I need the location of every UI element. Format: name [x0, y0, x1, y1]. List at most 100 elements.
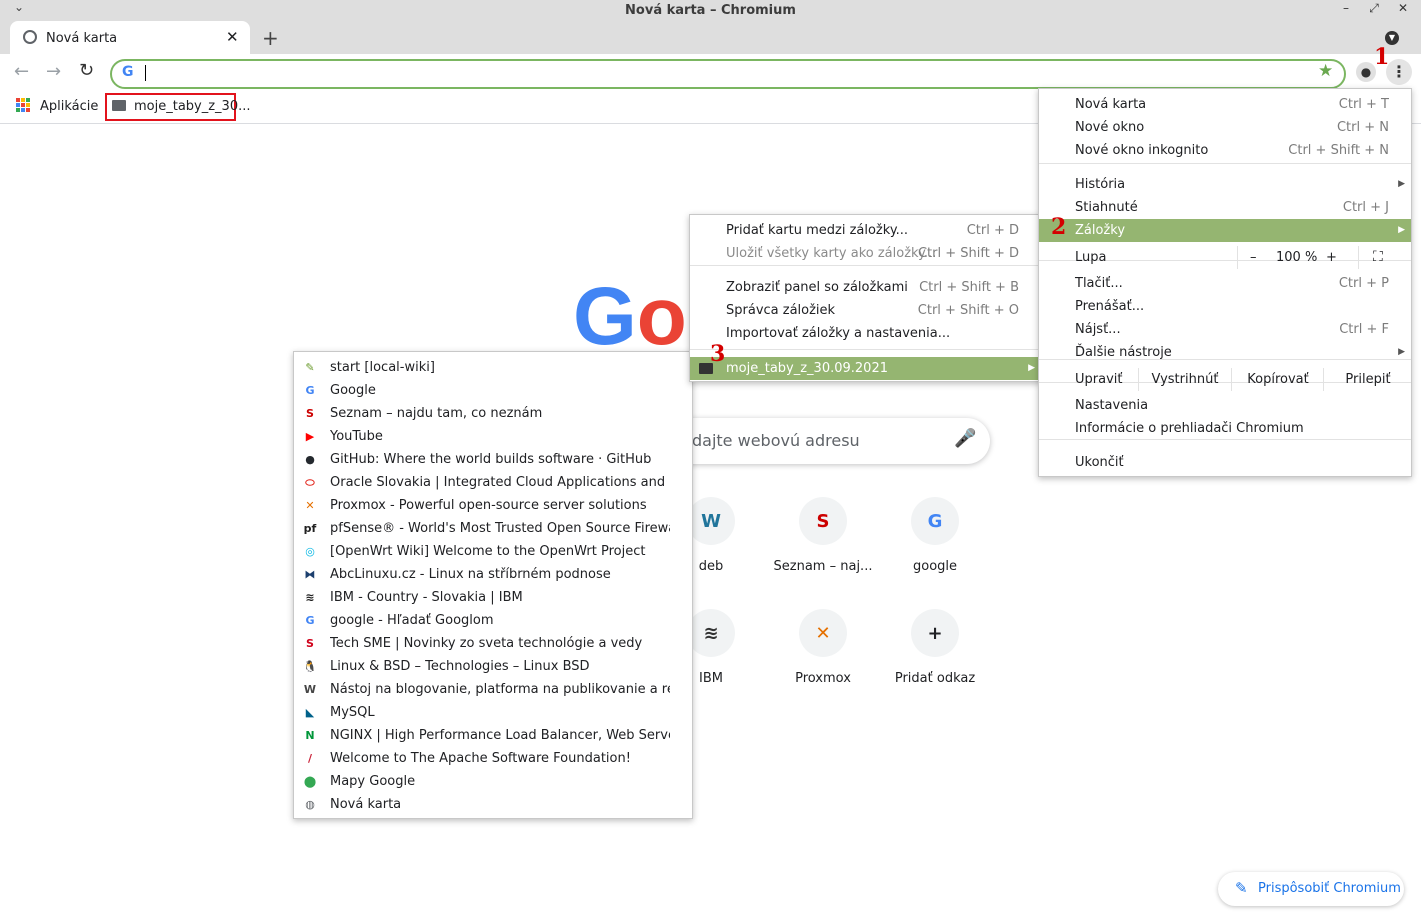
- bookmark-item[interactable]: 🐧 Linux & BSD – Technologies – Linux BSD: [294, 655, 692, 678]
- reload-icon[interactable]: ↻: [79, 60, 94, 81]
- bookmark-item[interactable]: ◎ [OpenWrt Wiki] Welcome to the OpenWrt P…: [294, 540, 692, 563]
- main-menu-item[interactable]: Nové okno Ctrl + N: [1039, 116, 1411, 139]
- microphone-icon[interactable]: 🎤: [954, 428, 976, 449]
- maps-icon: ⬤: [303, 775, 317, 788]
- address-bar[interactable]: G ★: [110, 59, 1346, 89]
- bookmark-item[interactable]: ✎ start [local-wiki]: [294, 356, 692, 379]
- bookmarks-submenu-item[interactable]: Uložiť všetky karty ako záložky... Ctrl +…: [690, 242, 1041, 265]
- main-menu-item[interactable]: Nastavenia: [1039, 394, 1411, 417]
- ntp-shortcut-tile[interactable]: S Seznam – naj...: [767, 497, 879, 574]
- main-menu-item[interactable]: Tlačiť... Ctrl + P: [1039, 272, 1411, 295]
- zoom-out-button[interactable]: –: [1250, 246, 1257, 269]
- copy-button[interactable]: Kopírovať: [1231, 368, 1324, 391]
- bookmark-item[interactable]: W Nástoj na blogovanie, platforma na publ…: [294, 678, 692, 701]
- paste-button[interactable]: Prilepiť: [1323, 368, 1412, 391]
- close-window-icon[interactable]: ✕: [1393, 1, 1413, 15]
- menu-item-shortcut: Ctrl + Shift + N: [1288, 143, 1389, 158]
- bookmarks-submenu-item[interactable]: ▶ moje_taby_z_30.09.2021: [690, 357, 1041, 380]
- bookmark-item[interactable]: S Seznam – najdu tam, co neznám: [294, 402, 692, 425]
- bookmark-item[interactable]: ▶ YouTube: [294, 425, 692, 448]
- oracle-icon: ⬭: [305, 476, 315, 489]
- menu-item-label: Správca záložiek: [726, 303, 836, 318]
- tab-search-icon[interactable]: ▼: [1385, 31, 1399, 45]
- menu-separator: [690, 265, 1041, 266]
- bookmark-folder-highlight[interactable]: moje_taby_z_30...: [105, 93, 251, 121]
- submenu-arrow-icon: ▶: [1398, 225, 1405, 235]
- shortcut-icon: +: [911, 609, 959, 657]
- bookmark-item[interactable]: N NGINX | High Performance Load Balancer,…: [294, 724, 692, 747]
- ntp-shortcut-tile[interactable]: Ggoogle: [879, 497, 991, 574]
- bookmark-item[interactable]: Ggoogle - Hľadať Googlom: [294, 609, 692, 632]
- main-menu-item[interactable]: Nájsť... Ctrl + F: [1039, 318, 1411, 341]
- customize-chromium-button[interactable]: ✎ Prispôsobiť Chromium: [1218, 872, 1404, 906]
- proxmox-icon: ✕: [305, 499, 315, 512]
- fullscreen-icon[interactable]: ⛶: [1373, 246, 1383, 269]
- main-menu-item[interactable]: Záložky ▶: [1039, 219, 1411, 242]
- tab-title: Nová karta: [46, 31, 118, 46]
- bookmarks-submenu-item[interactable]: Zobraziť panel so záložkami Ctrl + Shift …: [690, 276, 1041, 299]
- new-tab-button[interactable]: +: [262, 26, 279, 50]
- apps-shortcut[interactable]: Aplikácie: [40, 99, 98, 114]
- bookmark-item[interactable]: S Tech SME | Novinky zo sveta technológie…: [294, 632, 692, 655]
- menu-item-label: Nastavenia: [1075, 398, 1149, 413]
- bookmark-item[interactable]: G Google: [294, 379, 692, 402]
- bookmark-item[interactable]: ● GitHub: Where the world builds software…: [294, 448, 692, 471]
- bookmark-folder-menu: ✎ start [local-wiki] G Google S Seznam – najd…: [293, 351, 693, 819]
- bookmark-item-label: Oracle Slovakia | Integrated Cloud Appli…: [330, 475, 670, 490]
- cut-button[interactable]: Vystrihnúť: [1138, 368, 1231, 391]
- main-menu-item[interactable]: Nová karta Ctrl + T: [1039, 93, 1411, 116]
- tab-new-tab[interactable]: Nová karta ✕: [10, 21, 250, 54]
- restore-icon[interactable]: ⤢: [1364, 1, 1384, 16]
- bookmark-folder-label: moje_taby_z_30...: [134, 99, 251, 114]
- bookmarks-submenu-item[interactable]: Pridať kartu medzi záložky... Ctrl + D: [690, 219, 1041, 242]
- bookmark-item[interactable]: ≋ IBM - Country - Slovakia | IBM: [294, 586, 692, 609]
- menu-kebab-icon[interactable]: ⋮: [1386, 59, 1412, 85]
- forward-icon[interactable]: →: [46, 61, 61, 82]
- main-menu-item[interactable]: Prenášať...: [1039, 295, 1411, 318]
- main-menu-item[interactable]: Stiahnuté Ctrl + J: [1039, 196, 1411, 219]
- zoom-in-button[interactable]: +: [1326, 246, 1337, 269]
- wordpress-icon: W: [303, 683, 317, 696]
- globe-icon: ◍: [305, 798, 315, 811]
- bookmarks-submenu-item[interactable]: Importovať záložky a nastavenia...: [690, 322, 1041, 345]
- shortcut-icon: W: [687, 497, 735, 545]
- main-menu-item[interactable]: Nové okno inkognito Ctrl + Shift + N: [1039, 139, 1411, 162]
- menu-item-label: Ukončiť: [1075, 455, 1124, 470]
- minimize-icon[interactable]: –: [1336, 1, 1356, 15]
- bookmark-item-label: Nástoj na blogovanie, platforma na publi…: [330, 682, 670, 697]
- main-menu-item[interactable]: Informácie o prehliadači Chromium: [1039, 417, 1411, 440]
- main-menu-item[interactable]: História ▶: [1039, 173, 1411, 196]
- bookmark-item-label: YouTube: [330, 429, 383, 444]
- ibm-icon: ≋: [305, 591, 315, 604]
- zoom-row: Lupa – 100 % + ⛶: [1039, 246, 1411, 269]
- menu-item-label: Nové okno inkognito: [1075, 143, 1209, 158]
- apache-icon: /: [307, 752, 313, 765]
- back-icon[interactable]: ←: [14, 61, 29, 82]
- bookmark-item[interactable]: ⧓ AbcLinuxu.cz - Linux na stříbrném podno…: [294, 563, 692, 586]
- ntp-shortcut-tile[interactable]: ✕ Proxmox: [767, 609, 879, 686]
- bookmarks-submenu-item[interactable]: Správca záložiek Ctrl + Shift + O: [690, 299, 1041, 322]
- main-menu-item[interactable]: Ďalšie nástroje ▶: [1039, 341, 1411, 364]
- bookmark-item[interactable]: ⬭ Oracle Slovakia | Integrated Cloud Appl…: [294, 471, 692, 494]
- sme-icon: S: [306, 637, 314, 650]
- chromium-icon: [23, 30, 37, 44]
- bookmark-item[interactable]: ⬤ Mapy Google: [294, 770, 692, 793]
- bookmark-item[interactable]: ◣ MySQL: [294, 701, 692, 724]
- bookmark-star-icon[interactable]: ★: [1318, 61, 1333, 81]
- profile-icon[interactable]: ●: [1356, 62, 1376, 82]
- ntp-shortcut-tile[interactable]: + Pridať odkaz: [879, 609, 991, 686]
- menu-item-label: Stiahnuté: [1075, 200, 1138, 215]
- bookmark-item-label: pfSense® - World's Most Trusted Open Sou…: [330, 521, 670, 536]
- window-menu-chevron-icon[interactable]: ⌄: [14, 0, 24, 14]
- bookmark-item[interactable]: ◍ Nová karta: [294, 793, 692, 816]
- zoom-controls: – 100 % +: [1237, 246, 1359, 269]
- bookmark-item-label: Tech SME | Novinky zo sveta technológie …: [330, 636, 643, 651]
- bookmark-item[interactable]: / Welcome to The Apache Software Foundati…: [294, 747, 692, 770]
- main-menu-item[interactable]: Ukončiť: [1039, 451, 1411, 474]
- menu-item-shortcut: Ctrl + Shift + D: [917, 246, 1019, 261]
- menu-item-shortcut: Ctrl + P: [1338, 276, 1389, 291]
- text-cursor: [145, 65, 146, 81]
- tab-close-icon[interactable]: ✕: [226, 28, 239, 46]
- bookmark-item[interactable]: pf pfSense® - World's Most Trusted Open S…: [294, 517, 692, 540]
- bookmark-item[interactable]: ✕ Proxmox - Powerful open-source server s…: [294, 494, 692, 517]
